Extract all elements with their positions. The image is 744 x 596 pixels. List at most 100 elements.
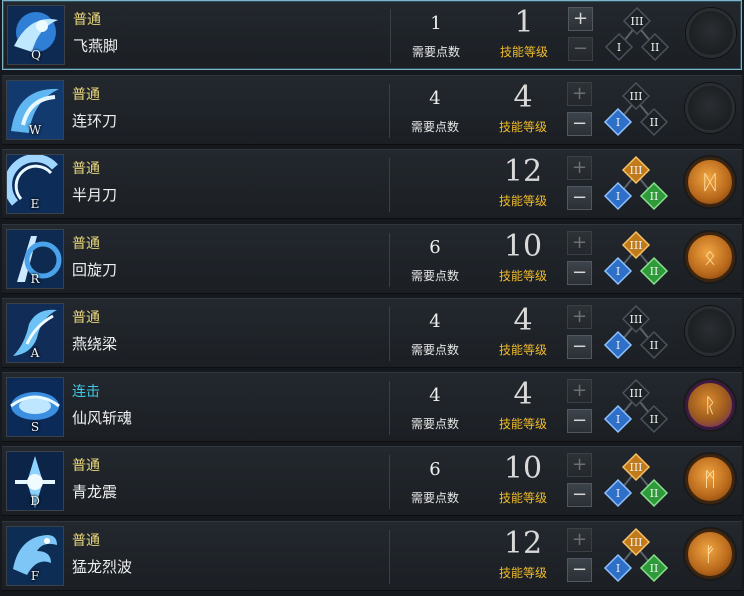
tier-III-node[interactable]: III <box>621 230 651 260</box>
skill-level-label: 技能等级 <box>498 120 547 134</box>
rune-slot[interactable]: ᛟ <box>685 232 735 282</box>
rune-icon: ᚱ <box>704 393 716 417</box>
skill-row-d[interactable]: D 普通 青龙震 6 需要点数 10 技能等级 + − III I II ᛗ <box>2 446 742 516</box>
tier-I-node[interactable]: I <box>603 107 633 137</box>
level-down-button[interactable]: − <box>567 483 592 507</box>
level-up-button[interactable]: + <box>567 82 592 106</box>
required-points-label: 需要点数 <box>410 269 459 283</box>
tier-II-node[interactable]: II <box>639 553 669 583</box>
rune-slot[interactable]: ᛗ <box>685 454 735 504</box>
tier-numeral: II <box>650 487 659 500</box>
skill-type-label: 普通 <box>73 12 101 28</box>
tier-I-node[interactable]: I <box>603 181 633 211</box>
column-divider <box>389 455 390 509</box>
skill-level-value: 1 <box>514 5 534 40</box>
tier-II-node[interactable]: II <box>639 181 669 211</box>
tier-numeral: I <box>616 190 620 203</box>
skill-row-f[interactable]: F 普通 猛龙烈波 12 技能等级 + − III I II ᚠ <box>2 521 742 591</box>
level-down-button[interactable]: − <box>567 261 592 285</box>
level-down-button[interactable]: − <box>567 186 592 210</box>
tier-numeral: II <box>650 562 659 575</box>
tier-II-node[interactable]: II <box>639 256 669 286</box>
tier-numeral: I <box>616 413 620 426</box>
tier-III-node[interactable]: III <box>621 527 651 557</box>
tier-numeral: I <box>616 339 620 352</box>
tier-III-node[interactable]: III <box>621 155 651 185</box>
tier-III-node[interactable]: III <box>621 304 651 334</box>
tier-III-node[interactable]: III <box>621 81 651 111</box>
tier-III-node[interactable]: III <box>622 6 652 36</box>
rune-slot[interactable] <box>686 8 736 58</box>
skill-level-label: 技能等级 <box>499 45 548 59</box>
tier-numeral: II <box>651 41 660 54</box>
skill-icon-button[interactable]: W <box>6 80 64 140</box>
rune-icon: ᛞ <box>704 170 716 194</box>
tier-II-node[interactable]: II <box>640 32 670 62</box>
level-up-button[interactable]: + <box>567 305 592 329</box>
skill-name-label: 回旋刀 <box>72 261 118 279</box>
rune-slot[interactable] <box>685 83 735 133</box>
tier-numeral: II <box>650 339 659 352</box>
tier-I-node[interactable]: I <box>603 478 633 508</box>
level-up-button[interactable]: + <box>568 7 593 31</box>
skill-icon-button[interactable]: D <box>6 451 64 511</box>
tier-II-node[interactable]: II <box>639 107 669 137</box>
skill-tree[interactable]: III I II <box>598 78 678 142</box>
tier-II-node[interactable]: II <box>639 330 669 360</box>
tier-I-node[interactable]: I <box>603 404 633 434</box>
tier-numeral: I <box>616 562 620 575</box>
rune-slot[interactable] <box>685 306 735 356</box>
tier-III-node[interactable]: III <box>621 452 651 482</box>
skill-icon-button[interactable]: F <box>6 526 64 586</box>
level-down-button[interactable]: − <box>567 409 592 433</box>
tier-III-node[interactable]: III <box>621 378 651 408</box>
skill-tree[interactable]: III I II <box>598 152 678 216</box>
skill-icon-button[interactable]: R <box>6 229 64 289</box>
skill-icon-button[interactable]: A <box>6 303 64 363</box>
level-up-button[interactable]: + <box>567 528 592 552</box>
skill-row-e[interactable]: E 普通 半月刀 12 技能等级 + − III I II ᛞ <box>2 149 742 219</box>
skill-icon-button[interactable]: Q <box>7 5 65 65</box>
skill-icon-button[interactable]: E <box>6 154 64 214</box>
tier-I-node[interactable]: I <box>603 330 633 360</box>
level-down-button[interactable]: − <box>567 558 592 582</box>
level-up-button[interactable]: + <box>567 156 592 180</box>
skill-tree[interactable]: III I II <box>598 449 678 513</box>
rune-slot[interactable]: ᚱ <box>685 380 735 430</box>
skill-row-s[interactable]: S 连击 仙风斩魂 4 需要点数 4 技能等级 + − III I II ᚱ <box>2 372 742 442</box>
skill-level-value: 10 <box>503 229 543 264</box>
level-down-button[interactable]: − <box>567 112 592 136</box>
skill-level-value: 4 <box>513 303 533 338</box>
rune-icon: ᚠ <box>704 542 716 566</box>
skill-tree[interactable]: III I II <box>598 301 678 365</box>
skill-tree[interactable]: III I II <box>598 227 678 291</box>
skill-row-w[interactable]: W 普通 连环刀 4 需要点数 4 技能等级 + − III I II <box>2 75 742 145</box>
rune-slot[interactable]: ᚠ <box>685 529 735 579</box>
level-up-button[interactable]: + <box>567 379 592 403</box>
skill-icon-button[interactable]: S <box>6 377 64 437</box>
level-up-button[interactable]: + <box>567 231 592 255</box>
hotkey-label: D <box>30 494 40 508</box>
skill-name-label: 连环刀 <box>72 112 118 130</box>
skill-tree[interactable]: III I II <box>599 3 679 67</box>
level-up-button[interactable]: + <box>567 453 592 477</box>
tier-II-node[interactable]: II <box>639 478 669 508</box>
tier-numeral: I <box>616 265 620 278</box>
skill-row-a[interactable]: A 普通 燕绕梁 4 需要点数 4 技能等级 + − III I II <box>2 298 742 368</box>
tier-numeral: I <box>616 487 620 500</box>
skill-level-value: 12 <box>503 154 543 189</box>
skill-tree-icon: IIII II <box>603 378 669 434</box>
skill-tree[interactable]: III I II <box>598 375 678 439</box>
skill-tree-icon: IIII II <box>603 452 669 508</box>
skill-tree[interactable]: III I II <box>598 524 678 588</box>
rune-slot[interactable]: ᛞ <box>685 157 735 207</box>
tier-II-node[interactable]: II <box>639 404 669 434</box>
skill-tree-icon: IIII II <box>603 155 669 211</box>
level-down-button[interactable]: − <box>567 335 592 359</box>
skill-row-q[interactable]: Q 普通 飞燕脚 1 需要点数 1 技能等级 + − III I II <box>2 0 742 70</box>
skill-row-r[interactable]: R 普通 回旋刀 6 需要点数 10 技能等级 + − III I II ᛟ <box>2 224 742 294</box>
tier-I-node[interactable]: I <box>603 256 633 286</box>
level-down-button[interactable]: − <box>568 37 593 61</box>
tier-I-node[interactable]: I <box>603 553 633 583</box>
tier-I-node[interactable]: I <box>604 32 634 62</box>
